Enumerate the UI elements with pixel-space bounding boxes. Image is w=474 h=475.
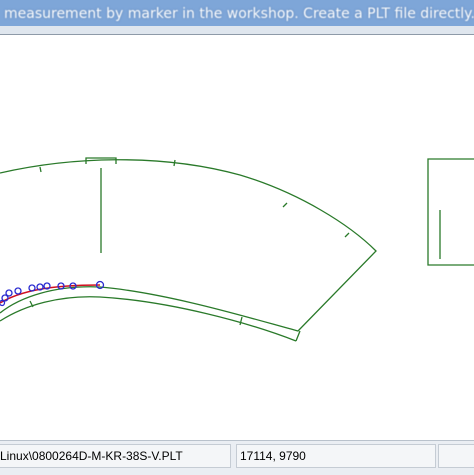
banner-text: measurement by marker in the workshop. C…: [4, 6, 474, 22]
second-piece: [427, 158, 474, 266]
window-frame: [0, 26, 474, 35]
pattern-bottom: [295, 330, 301, 342]
title-banner: measurement by marker in the workshop. C…: [0, 0, 474, 26]
drawing-canvas[interactable]: [0, 35, 474, 439]
tick-marks: [29, 159, 350, 326]
status-coordinates: 17114, 9790: [236, 444, 436, 468]
plot-drawing: [0, 157, 474, 342]
marker-point: [28, 284, 36, 292]
pattern-outline: [0, 159, 377, 332]
status-file-path: Linux\0800264D-M-KR-38S-V.PLT: [0, 444, 231, 468]
status-bar: Linux\0800264D-M-KR-38S-V.PLT 17114, 979…: [0, 440, 474, 475]
status-extra-pane: [438, 444, 474, 468]
marker-point: [14, 287, 22, 295]
marker-point: [5, 289, 13, 297]
